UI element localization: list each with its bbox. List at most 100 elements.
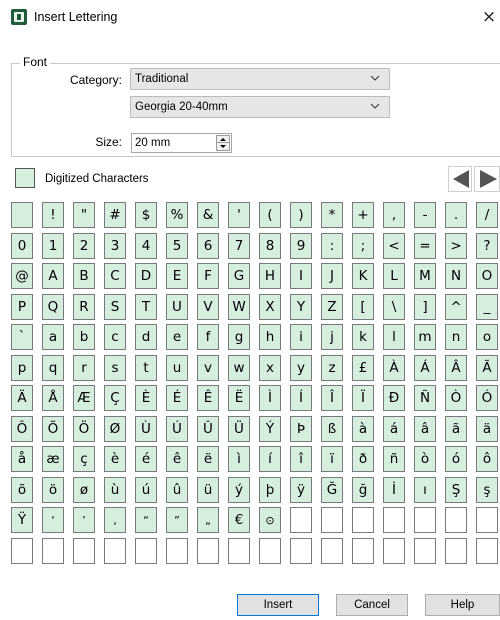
character-cell[interactable]: ñ xyxy=(383,446,405,472)
character-cell[interactable]: ô xyxy=(476,446,498,472)
digitized-characters-checkbox[interactable] xyxy=(15,168,35,188)
next-page-button[interactable] xyxy=(474,166,500,192)
character-cell[interactable]: ë xyxy=(197,446,219,472)
character-cell[interactable]: M xyxy=(414,263,436,289)
character-cell[interactable]: ä xyxy=(476,416,498,442)
character-cell[interactable]: Û xyxy=(197,416,219,442)
character-cell[interactable]: Y xyxy=(290,294,312,320)
character-cell[interactable]: Ë xyxy=(228,385,250,411)
character-cell[interactable]: % xyxy=(166,202,188,228)
character-cell[interactable]: 5 xyxy=(166,233,188,259)
character-cell[interactable]: Ş xyxy=(445,477,467,503)
character-cell[interactable]: Ü xyxy=(228,416,250,442)
character-cell[interactable]: * xyxy=(321,202,343,228)
character-cell[interactable]: È xyxy=(135,385,157,411)
character-cell[interactable]: ö xyxy=(42,477,64,503)
character-cell[interactable]: ó xyxy=(445,446,467,472)
character-cell[interactable]: H xyxy=(259,263,281,289)
character-cell[interactable]: û xyxy=(166,477,188,503)
character-cell[interactable]: Ú xyxy=(166,416,188,442)
character-cell[interactable]: à xyxy=(352,416,374,442)
character-cell[interactable]: < xyxy=(383,233,405,259)
character-cell[interactable]: Í xyxy=(290,385,312,411)
previous-page-button[interactable] xyxy=(448,166,472,192)
character-cell[interactable]: q xyxy=(42,355,64,381)
character-cell[interactable]: ï xyxy=(321,446,343,472)
character-cell[interactable]: s xyxy=(104,355,126,381)
character-cell[interactable]: ` xyxy=(11,324,33,350)
character-cell[interactable]: - xyxy=(414,202,436,228)
character-cell[interactable]: ( xyxy=(259,202,281,228)
character-cell[interactable]: õ xyxy=(11,477,33,503)
character-cell[interactable]: ? xyxy=(476,233,498,259)
character-cell[interactable]: ğ xyxy=(352,477,374,503)
character-cell[interactable]: p xyxy=(11,355,33,381)
character-cell[interactable]: Á xyxy=(414,355,436,381)
character-cell[interactable]: å xyxy=(11,446,33,472)
character-cell[interactable]: z xyxy=(321,355,343,381)
character-cell[interactable]: é xyxy=(135,446,157,472)
character-cell[interactable] xyxy=(11,202,33,228)
character-cell[interactable]: Ì xyxy=(259,385,281,411)
character-cell[interactable]: Þ xyxy=(290,416,312,442)
character-cell[interactable]: Õ xyxy=(42,416,64,442)
character-cell[interactable]: B xyxy=(73,263,95,289)
character-cell[interactable]: Ù xyxy=(135,416,157,442)
character-cell[interactable]: f xyxy=(197,324,219,350)
character-cell[interactable]: v xyxy=(197,355,219,381)
character-cell[interactable]: € xyxy=(228,507,250,533)
character-cell[interactable]: á xyxy=(383,416,405,442)
character-cell[interactable]: h xyxy=(259,324,281,350)
character-cell[interactable]: Z xyxy=(321,294,343,320)
character-cell[interactable]: l xyxy=(383,324,405,350)
character-cell[interactable]: ÿ xyxy=(290,477,312,503)
character-cell[interactable]: ð xyxy=(352,446,374,472)
character-cell[interactable]: K xyxy=(352,263,374,289)
character-cell[interactable]: Ö xyxy=(73,416,95,442)
character-cell[interactable]: ’ xyxy=(73,507,95,533)
character-cell[interactable]: J xyxy=(321,263,343,289)
character-cell[interactable]: è xyxy=(104,446,126,472)
character-cell[interactable]: ù xyxy=(104,477,126,503)
character-cell[interactable]: Đ xyxy=(383,385,405,411)
character-cell[interactable]: É xyxy=(166,385,188,411)
character-cell[interactable]: / xyxy=(476,202,498,228)
character-cell[interactable]: U xyxy=(166,294,188,320)
character-cell[interactable]: L xyxy=(383,263,405,289)
character-cell[interactable]: â xyxy=(414,416,436,442)
character-cell[interactable]: m xyxy=(414,324,436,350)
character-cell[interactable]: ⊙ xyxy=(259,507,281,533)
character-cell[interactable]: T xyxy=(135,294,157,320)
character-cell[interactable]: Ô xyxy=(11,416,33,442)
close-button[interactable]: × xyxy=(478,0,500,34)
character-cell[interactable]: > xyxy=(445,233,467,259)
font-dropdown[interactable]: Georgia 20-40mm xyxy=(130,96,390,118)
character-cell[interactable]: ß xyxy=(321,416,343,442)
character-cell[interactable]: Ê xyxy=(197,385,219,411)
character-cell[interactable]: 7 xyxy=(228,233,250,259)
character-cell[interactable]: N xyxy=(445,263,467,289)
character-cell[interactable]: $ xyxy=(135,202,157,228)
size-spinner[interactable] xyxy=(216,135,230,151)
character-cell[interactable]: u xyxy=(166,355,188,381)
character-cell[interactable]: ì xyxy=(228,446,250,472)
character-cell[interactable]: b xyxy=(73,324,95,350)
character-cell[interactable]: @ xyxy=(11,263,33,289)
character-cell[interactable]: C xyxy=(104,263,126,289)
character-cell[interactable]: w xyxy=(228,355,250,381)
help-button[interactable]: Help xyxy=(425,594,500,616)
character-cell[interactable]: S xyxy=(104,294,126,320)
character-cell[interactable]: Ø xyxy=(104,416,126,442)
spin-up-button[interactable] xyxy=(217,136,229,143)
character-cell[interactable]: R xyxy=(73,294,95,320)
character-cell[interactable]: W xyxy=(228,294,250,320)
character-cell[interactable]: þ xyxy=(259,477,281,503)
character-cell[interactable]: D xyxy=(135,263,157,289)
character-cell[interactable]: £ xyxy=(352,355,374,381)
character-cell[interactable]: „ xyxy=(197,507,219,533)
character-cell[interactable]: A xyxy=(42,263,64,289)
character-cell[interactable]: Ÿ xyxy=(11,507,33,533)
character-cell[interactable]: ç xyxy=(73,446,95,472)
cancel-button[interactable]: Cancel xyxy=(336,594,408,616)
category-dropdown[interactable]: Traditional xyxy=(130,68,390,90)
